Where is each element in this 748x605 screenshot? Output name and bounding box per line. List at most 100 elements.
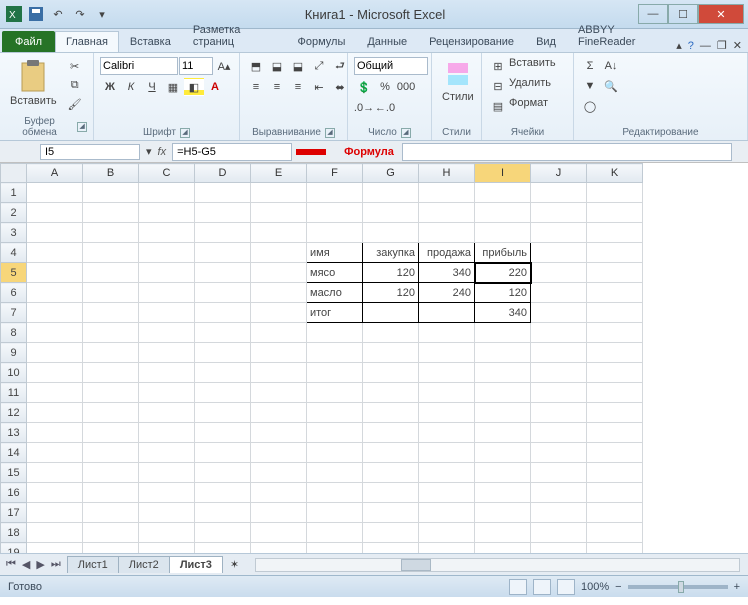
- col-header-A[interactable]: A: [27, 164, 83, 183]
- col-header-J[interactable]: J: [531, 164, 587, 183]
- worksheet-grid[interactable]: ABCDEFGHIJK1234имязакупкапродажаприбыль5…: [0, 163, 748, 553]
- cell-C18[interactable]: [139, 523, 195, 543]
- cell-K18[interactable]: [587, 523, 643, 543]
- cell-G19[interactable]: [363, 543, 419, 554]
- cell-H11[interactable]: [419, 383, 475, 403]
- sheet-tab-2[interactable]: Лист2: [118, 556, 170, 573]
- cell-H15[interactable]: [419, 463, 475, 483]
- cell-F16[interactable]: [307, 483, 363, 503]
- cell-J9[interactable]: [531, 343, 587, 363]
- cell-K5[interactable]: [587, 263, 643, 283]
- cell-A1[interactable]: [27, 183, 83, 203]
- cell-A16[interactable]: [27, 483, 83, 503]
- cell-C7[interactable]: [139, 303, 195, 323]
- row-header-19[interactable]: 19: [1, 543, 27, 554]
- cell-F1[interactable]: [307, 183, 363, 203]
- cell-C13[interactable]: [139, 423, 195, 443]
- cell-B13[interactable]: [83, 423, 139, 443]
- tab-review[interactable]: Рецензирование: [418, 31, 525, 52]
- delete-cells-button[interactable]: ⊟Удалить: [488, 77, 551, 95]
- tab-view[interactable]: Вид: [525, 31, 567, 52]
- cut-icon[interactable]: ✂: [65, 57, 85, 75]
- cell-K7[interactable]: [587, 303, 643, 323]
- row-header-17[interactable]: 17: [1, 503, 27, 523]
- cell-C2[interactable]: [139, 203, 195, 223]
- cell-K12[interactable]: [587, 403, 643, 423]
- find-icon[interactable]: 🔍: [601, 77, 621, 95]
- fx-icon[interactable]: fx: [158, 146, 167, 158]
- cell-H16[interactable]: [419, 483, 475, 503]
- tab-data[interactable]: Данные: [356, 31, 418, 52]
- minimize-ribbon-icon[interactable]: ▴: [676, 39, 682, 52]
- cell-B16[interactable]: [83, 483, 139, 503]
- cell-G8[interactable]: [363, 323, 419, 343]
- cell-D4[interactable]: [195, 243, 251, 263]
- cell-E7[interactable]: [251, 303, 307, 323]
- cell-I13[interactable]: [475, 423, 531, 443]
- cell-B11[interactable]: [83, 383, 139, 403]
- cell-I10[interactable]: [475, 363, 531, 383]
- cell-K6[interactable]: [587, 283, 643, 303]
- cell-C19[interactable]: [139, 543, 195, 554]
- cell-B10[interactable]: [83, 363, 139, 383]
- cell-D3[interactable]: [195, 223, 251, 243]
- col-header-F[interactable]: F: [307, 164, 363, 183]
- cell-H1[interactable]: [419, 183, 475, 203]
- sheet-tab-1[interactable]: Лист1: [67, 556, 119, 573]
- cell-J16[interactable]: [531, 483, 587, 503]
- cell-K9[interactable]: [587, 343, 643, 363]
- currency-icon[interactable]: 💲: [354, 78, 374, 96]
- new-sheet-icon[interactable]: ✶: [222, 558, 247, 571]
- cell-K13[interactable]: [587, 423, 643, 443]
- cell-B15[interactable]: [83, 463, 139, 483]
- cell-G17[interactable]: [363, 503, 419, 523]
- tab-home[interactable]: Главная: [55, 31, 119, 52]
- zoom-slider[interactable]: [628, 585, 728, 589]
- col-header-C[interactable]: C: [139, 164, 195, 183]
- cell-G1[interactable]: [363, 183, 419, 203]
- cell-D15[interactable]: [195, 463, 251, 483]
- cell-I6[interactable]: 120: [475, 283, 531, 303]
- font-name-combo[interactable]: [100, 57, 178, 75]
- cell-D1[interactable]: [195, 183, 251, 203]
- cell-A7[interactable]: [27, 303, 83, 323]
- number-format-combo[interactable]: [354, 57, 428, 75]
- cell-E19[interactable]: [251, 543, 307, 554]
- cell-H5[interactable]: 340: [419, 263, 475, 283]
- mdi-restore-icon[interactable]: ❐: [717, 39, 727, 52]
- merge-icon[interactable]: ⬌: [330, 78, 350, 96]
- cell-C9[interactable]: [139, 343, 195, 363]
- cell-A13[interactable]: [27, 423, 83, 443]
- cell-B3[interactable]: [83, 223, 139, 243]
- cell-F11[interactable]: [307, 383, 363, 403]
- cell-F3[interactable]: [307, 223, 363, 243]
- cell-C3[interactable]: [139, 223, 195, 243]
- namebox-dropdown-icon[interactable]: ▾: [146, 145, 152, 158]
- cell-J19[interactable]: [531, 543, 587, 554]
- cell-F14[interactable]: [307, 443, 363, 463]
- cell-E17[interactable]: [251, 503, 307, 523]
- cell-H2[interactable]: [419, 203, 475, 223]
- row-header-18[interactable]: 18: [1, 523, 27, 543]
- row-header-4[interactable]: 4: [1, 243, 27, 263]
- cell-H17[interactable]: [419, 503, 475, 523]
- increase-font-icon[interactable]: A▴: [214, 57, 234, 75]
- cell-J17[interactable]: [531, 503, 587, 523]
- cell-G15[interactable]: [363, 463, 419, 483]
- cell-J8[interactable]: [531, 323, 587, 343]
- cell-G13[interactable]: [363, 423, 419, 443]
- cell-C5[interactable]: [139, 263, 195, 283]
- cell-J14[interactable]: [531, 443, 587, 463]
- font-color-icon[interactable]: A: [205, 78, 225, 96]
- decrease-decimal-icon[interactable]: ←.0: [375, 99, 395, 117]
- cell-A4[interactable]: [27, 243, 83, 263]
- col-header-I[interactable]: I: [475, 164, 531, 183]
- col-header-H[interactable]: H: [419, 164, 475, 183]
- cell-I16[interactable]: [475, 483, 531, 503]
- redo-icon[interactable]: ↷: [70, 4, 90, 24]
- clear-icon[interactable]: ◯: [580, 97, 600, 115]
- cell-A5[interactable]: [27, 263, 83, 283]
- cell-I18[interactable]: [475, 523, 531, 543]
- col-header-D[interactable]: D: [195, 164, 251, 183]
- cell-F17[interactable]: [307, 503, 363, 523]
